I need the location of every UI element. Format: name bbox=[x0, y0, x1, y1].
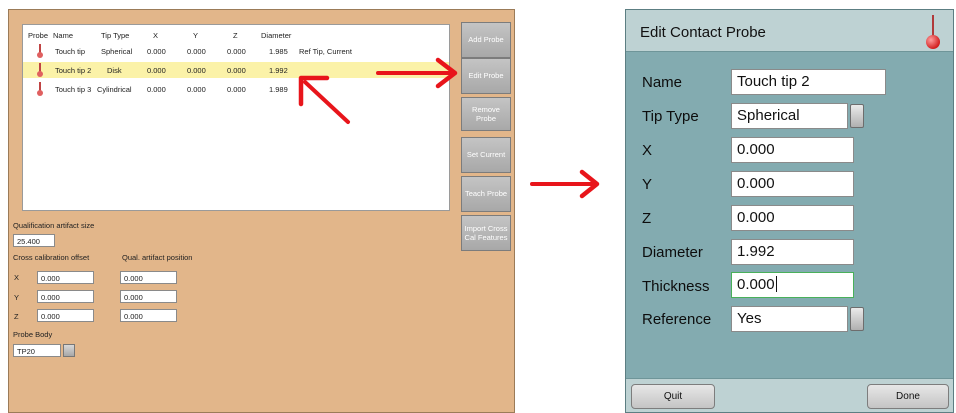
reference-select[interactable]: Yes bbox=[731, 306, 848, 332]
row-z: 0.000 bbox=[227, 47, 246, 56]
z-label: Z bbox=[642, 210, 652, 227]
row-z: 0.000 bbox=[227, 85, 246, 94]
qual-artifact-position-label: Qual. artifact position bbox=[122, 253, 193, 262]
dialog-title-bar: Edit Contact Probe bbox=[626, 10, 953, 52]
row-y: 0.000 bbox=[187, 47, 206, 56]
tip-type-label: Tip Type bbox=[642, 108, 699, 125]
teach-probe-button[interactable]: Teach Probe bbox=[461, 176, 511, 212]
probe-body-dropdown-toggle[interactable] bbox=[63, 344, 75, 357]
row-diameter: 1.989 bbox=[269, 85, 288, 94]
set-current-button[interactable]: Set Current bbox=[461, 137, 511, 173]
row-tip-type: Cylindrical bbox=[97, 85, 132, 94]
column-header-y: Y bbox=[193, 31, 199, 40]
row-diameter: 1.985 bbox=[269, 47, 288, 56]
qual-pos-y-input[interactable]: 0.000 bbox=[120, 290, 177, 303]
column-header-z: Z bbox=[233, 31, 238, 40]
row-z: 0.000 bbox=[227, 66, 246, 75]
qualification-size-input[interactable]: 25.400 bbox=[13, 234, 55, 247]
cross-cal-z-input[interactable]: 0.000 bbox=[37, 309, 94, 322]
probe-icon bbox=[36, 63, 44, 77]
tip-type-dropdown-toggle[interactable] bbox=[850, 104, 864, 128]
probe-icon bbox=[36, 82, 44, 96]
probe-list-table: Probe Name Tip Type X Y Z Diameter Touch… bbox=[22, 24, 450, 211]
edit-probe-button[interactable]: Edit Probe bbox=[461, 58, 511, 94]
axis-label-y: Y bbox=[14, 293, 20, 302]
row-y: 0.000 bbox=[187, 85, 206, 94]
red-pointer-arrow-icon bbox=[298, 75, 350, 124]
qualification-size-label: Qualification artifact size bbox=[13, 221, 95, 230]
cross-cal-y-input[interactable]: 0.000 bbox=[37, 290, 94, 303]
import-cross-cal-button[interactable]: Import Cross Cal Features bbox=[461, 215, 511, 251]
axis-label-x: X bbox=[14, 273, 20, 282]
thickness-field[interactable]: 0.000 bbox=[731, 272, 854, 298]
probe-icon bbox=[925, 15, 941, 49]
thickness-label: Thickness bbox=[642, 278, 710, 295]
row-tip-type: Disk bbox=[107, 66, 122, 75]
column-header-x: X bbox=[153, 31, 159, 40]
quit-button[interactable]: Quit bbox=[631, 384, 715, 409]
row-name: Touch tip bbox=[55, 47, 86, 56]
table-header: Probe Name Tip Type X Y Z Diameter bbox=[23, 29, 449, 41]
z-field[interactable]: 0.000 bbox=[731, 205, 854, 231]
y-field[interactable]: 0.000 bbox=[731, 171, 854, 197]
reference-label: Reference bbox=[642, 311, 712, 328]
cross-cal-x-input[interactable]: 0.000 bbox=[37, 271, 94, 284]
x-field[interactable]: 0.000 bbox=[731, 137, 854, 163]
x-label: X bbox=[642, 142, 653, 159]
tip-type-select[interactable]: Spherical bbox=[731, 103, 848, 129]
row-name: Touch tip 3 bbox=[55, 85, 92, 94]
red-right-arrow-icon bbox=[530, 169, 600, 199]
probe-body-label: Probe Body bbox=[13, 330, 53, 339]
qual-pos-z-input[interactable]: 0.000 bbox=[120, 309, 177, 322]
y-label: Y bbox=[642, 176, 653, 193]
done-button[interactable]: Done bbox=[867, 384, 949, 409]
dialog-footer: Quit Done bbox=[626, 378, 953, 412]
row-note: Ref Tip, Current bbox=[299, 47, 352, 56]
dialog-title: Edit Contact Probe bbox=[640, 24, 766, 41]
thickness-value: 0.000 bbox=[737, 276, 775, 293]
column-header-probe: Probe bbox=[28, 31, 49, 40]
red-right-arrow-icon bbox=[376, 57, 458, 89]
cross-calibration-offset-label: Cross calibration offset bbox=[13, 253, 90, 262]
text-cursor bbox=[775, 276, 777, 292]
row-y: 0.000 bbox=[187, 66, 206, 75]
add-probe-button[interactable]: Add Probe bbox=[461, 22, 511, 58]
reference-dropdown-toggle[interactable] bbox=[850, 307, 864, 331]
axis-label-z: Z bbox=[14, 312, 19, 321]
row-tip-type: Spherical bbox=[101, 47, 133, 56]
row-name: Touch tip 2 bbox=[55, 66, 92, 75]
qual-pos-x-input[interactable]: 0.000 bbox=[120, 271, 177, 284]
name-field[interactable]: Touch tip 2 bbox=[731, 69, 886, 95]
row-x: 0.000 bbox=[147, 66, 166, 75]
edit-contact-probe-dialog: Edit Contact Probe Name Touch tip 2 Tip … bbox=[625, 9, 954, 413]
probe-icon bbox=[36, 44, 44, 58]
column-header-name: Name bbox=[53, 31, 74, 40]
probe-body-select[interactable]: TP20 bbox=[13, 344, 61, 357]
diameter-label: Diameter bbox=[642, 244, 703, 261]
column-header-tip-type: Tip Type bbox=[101, 31, 130, 40]
row-x: 0.000 bbox=[147, 47, 166, 56]
row-x: 0.000 bbox=[147, 85, 166, 94]
column-header-diameter: Diameter bbox=[261, 31, 292, 40]
remove-probe-button[interactable]: Remove Probe bbox=[461, 97, 511, 131]
diameter-field[interactable]: 1.992 bbox=[731, 239, 854, 265]
row-diameter: 1.992 bbox=[269, 66, 288, 75]
name-label: Name bbox=[642, 74, 683, 91]
